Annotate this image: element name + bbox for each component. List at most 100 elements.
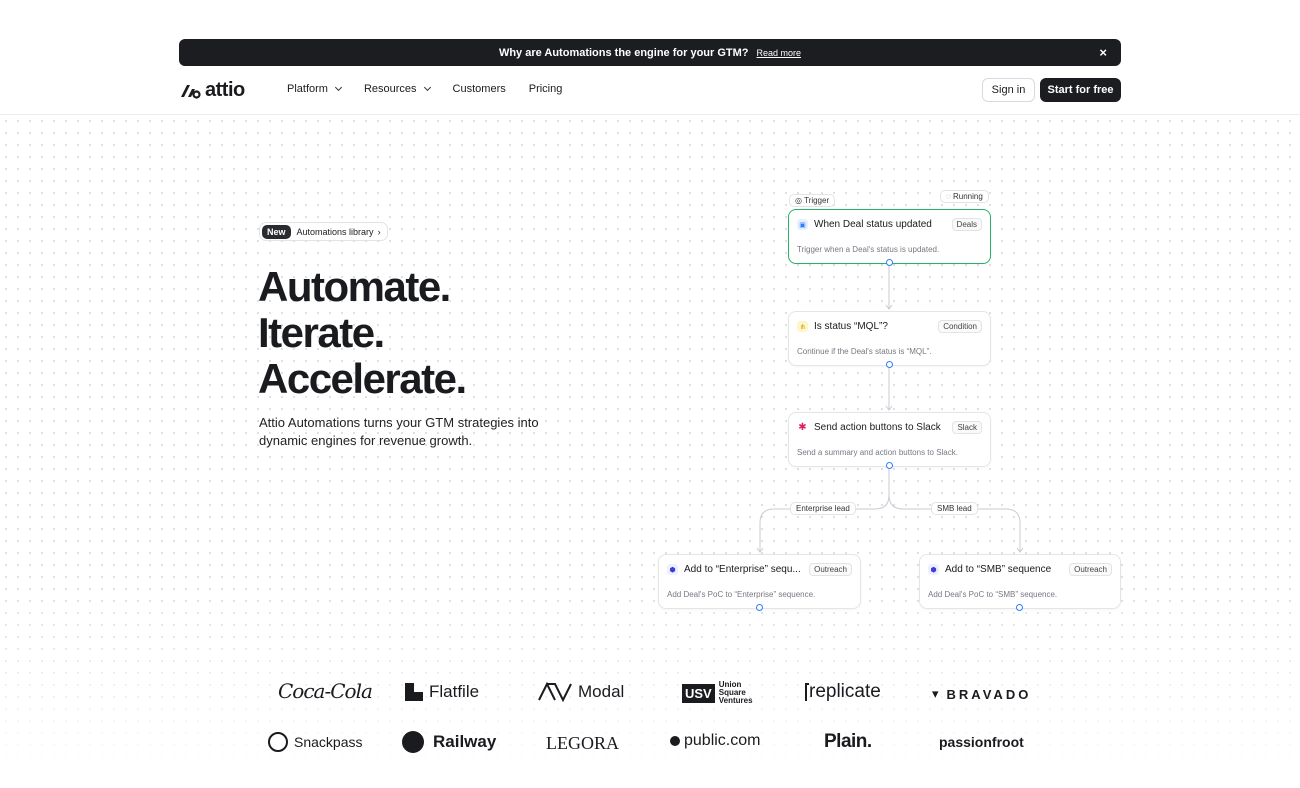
menu-customers[interactable]: Customers bbox=[453, 83, 506, 95]
card-description: Add Deal's PoC to “SMB” sequence. bbox=[928, 590, 1058, 599]
trigger-chip: ◎ Trigger bbox=[789, 194, 836, 207]
spinner-icon: ◌ bbox=[946, 192, 951, 201]
card-title: Send action buttons to Slack bbox=[814, 422, 941, 433]
headline-line-2: Iterate. bbox=[258, 309, 385, 356]
headline-line-1: Automate. bbox=[258, 263, 451, 310]
flow-card-smb-sequence[interactable]: ⬢ Add to “SMB” sequence Outreach Add Dea… bbox=[919, 554, 1121, 609]
outreach-icon: ⬢ bbox=[667, 564, 678, 575]
menu-resources[interactable]: Resources bbox=[363, 83, 431, 95]
menu-platform-label: Platform bbox=[287, 83, 328, 95]
logo-legora: LEGORA bbox=[546, 733, 619, 754]
connector-node[interactable] bbox=[886, 259, 893, 266]
flow-card-condition[interactable]: ⋔ Is status “MQL”? Condition Continue if… bbox=[788, 311, 991, 366]
chevron-right-icon: › bbox=[377, 226, 381, 237]
running-status-label: Running bbox=[953, 192, 983, 201]
logo-snackpass: Snackpass bbox=[268, 732, 362, 752]
card-title: Is status “MQL”? bbox=[814, 321, 888, 332]
card-title: When Deal status updated bbox=[814, 219, 932, 230]
flow-card-enterprise-sequence[interactable]: ⬢ Add to “Enterprise” sequ... Outreach A… bbox=[658, 554, 861, 609]
flow-card-slack[interactable]: ✱ Send action buttons to Slack Slack Sen… bbox=[788, 412, 991, 467]
logo-public: public.com bbox=[670, 732, 760, 750]
logo-public-text: public.com bbox=[684, 732, 761, 749]
running-status-chip: ◌ Running bbox=[940, 190, 989, 203]
new-badge: New bbox=[262, 224, 291, 239]
condition-icon: ⋔ bbox=[797, 321, 808, 332]
menu-pricing-label: Pricing bbox=[528, 83, 563, 95]
announcement-text: Why are Automations the engine for your … bbox=[498, 46, 749, 59]
logo-railway-text: Railway bbox=[433, 732, 497, 751]
branch-smb-lead: SMB lead bbox=[931, 502, 978, 515]
connector-node[interactable] bbox=[1016, 604, 1023, 611]
logo-legora-text: LEGORA bbox=[546, 733, 619, 753]
logo-railway: Railway bbox=[402, 731, 496, 753]
flatfile-icon bbox=[405, 683, 423, 701]
brand-logo[interactable]: attio bbox=[179, 79, 245, 102]
menu-resources-label: Resources bbox=[363, 83, 417, 95]
outreach-icon: ⬢ bbox=[928, 564, 939, 575]
bravado-icon: ▾ bbox=[932, 686, 942, 701]
menu-pricing[interactable]: Pricing bbox=[529, 83, 563, 95]
close-icon[interactable]: × bbox=[1099, 45, 1107, 60]
card-tag: Outreach bbox=[809, 563, 852, 576]
logo-plain-text: Plain. bbox=[824, 731, 872, 752]
logo-bravado-text: BRAVADO bbox=[946, 686, 1032, 702]
logo-passionfroot: passionfroot bbox=[939, 734, 1024, 750]
menu-customers-label: Customers bbox=[452, 83, 506, 95]
modal-icon bbox=[538, 682, 572, 702]
snackpass-icon bbox=[268, 732, 288, 752]
logo-snackpass-text: Snackpass bbox=[294, 734, 363, 750]
card-description: Trigger when a Deal's status is updated. bbox=[797, 245, 940, 254]
start-for-free-button[interactable]: Start for free bbox=[1040, 78, 1121, 102]
main-menu: Platform Resources Customers Pricing bbox=[287, 83, 585, 95]
branch-enterprise-lead: Enterprise lead bbox=[790, 502, 856, 515]
navbar: attio Platform Resources Customers Prici… bbox=[0, 66, 1300, 115]
connector-node[interactable] bbox=[886, 361, 893, 368]
automations-library-badge[interactable]: New Automations library › bbox=[259, 222, 388, 241]
card-tag: Slack bbox=[952, 421, 982, 434]
logo-passionfroot-text: passionfroot bbox=[939, 734, 1024, 750]
read-more-link[interactable]: Read more bbox=[757, 48, 802, 58]
logo-modal-text: Modal bbox=[578, 682, 625, 701]
attio-logo-icon bbox=[181, 84, 201, 99]
deals-icon: ▣ bbox=[797, 219, 808, 230]
chevron-down-icon bbox=[423, 83, 431, 92]
logo-flatfile-text: Flatfile bbox=[429, 682, 480, 701]
hero-subtitle: Attio Automations turns your GTM strateg… bbox=[259, 415, 539, 448]
card-title: Add to “SMB” sequence bbox=[945, 564, 1052, 575]
logo-replicate-text: replicate bbox=[809, 681, 881, 702]
logo-replicate: replicate bbox=[805, 681, 881, 703]
target-icon: ◎ bbox=[795, 196, 802, 205]
headline-line-3: Accelerate. bbox=[258, 355, 467, 402]
hero-headline: Automate. Iterate. Accelerate. bbox=[258, 263, 467, 402]
public-icon bbox=[670, 736, 680, 746]
slack-icon: ✱ bbox=[797, 422, 808, 433]
flow-card-trigger[interactable]: ▣ When Deal status updated Deals Trigger… bbox=[788, 209, 991, 264]
logo-usv: USV Union Square Ventures bbox=[682, 681, 759, 705]
logo-plain: Plain. bbox=[824, 731, 872, 753]
menu-platform[interactable]: Platform bbox=[287, 83, 343, 95]
chevron-down-icon bbox=[334, 83, 343, 92]
connector-node[interactable] bbox=[756, 604, 763, 611]
trigger-label: Trigger bbox=[804, 196, 830, 205]
card-tag: Deals bbox=[951, 218, 982, 231]
logo-flatfile: Flatfile bbox=[405, 682, 479, 702]
dotted-background bbox=[0, 115, 1300, 788]
logo-coca-cola-text: Coca-Cola bbox=[278, 679, 373, 703]
usv-mark: USV bbox=[682, 683, 715, 703]
card-description: Add Deal's PoC to “Enterprise” sequence. bbox=[667, 590, 816, 599]
brand-name: attio bbox=[205, 79, 245, 101]
card-title: Add to “Enterprise” sequ... bbox=[684, 564, 801, 575]
card-description: Continue if the Deal's status is “MQL”. bbox=[797, 347, 932, 356]
sign-in-button[interactable]: Sign in bbox=[982, 78, 1035, 102]
badge-link-text: Automations library bbox=[296, 226, 374, 237]
logo-coca-cola: Coca-Cola bbox=[278, 679, 373, 703]
railway-icon bbox=[402, 731, 424, 753]
card-tag: Outreach bbox=[1069, 563, 1112, 576]
announcement-bar: Why are Automations the engine for your … bbox=[179, 39, 1121, 66]
usv-text: Union Square Ventures bbox=[718, 680, 753, 705]
card-description: Send a summary and action buttons to Sla… bbox=[797, 448, 958, 457]
logo-bravado: ▾ BRAVADO bbox=[932, 686, 1031, 702]
card-tag: Condition bbox=[938, 320, 982, 333]
connector-node[interactable] bbox=[886, 462, 893, 469]
logo-modal: Modal bbox=[537, 682, 624, 702]
